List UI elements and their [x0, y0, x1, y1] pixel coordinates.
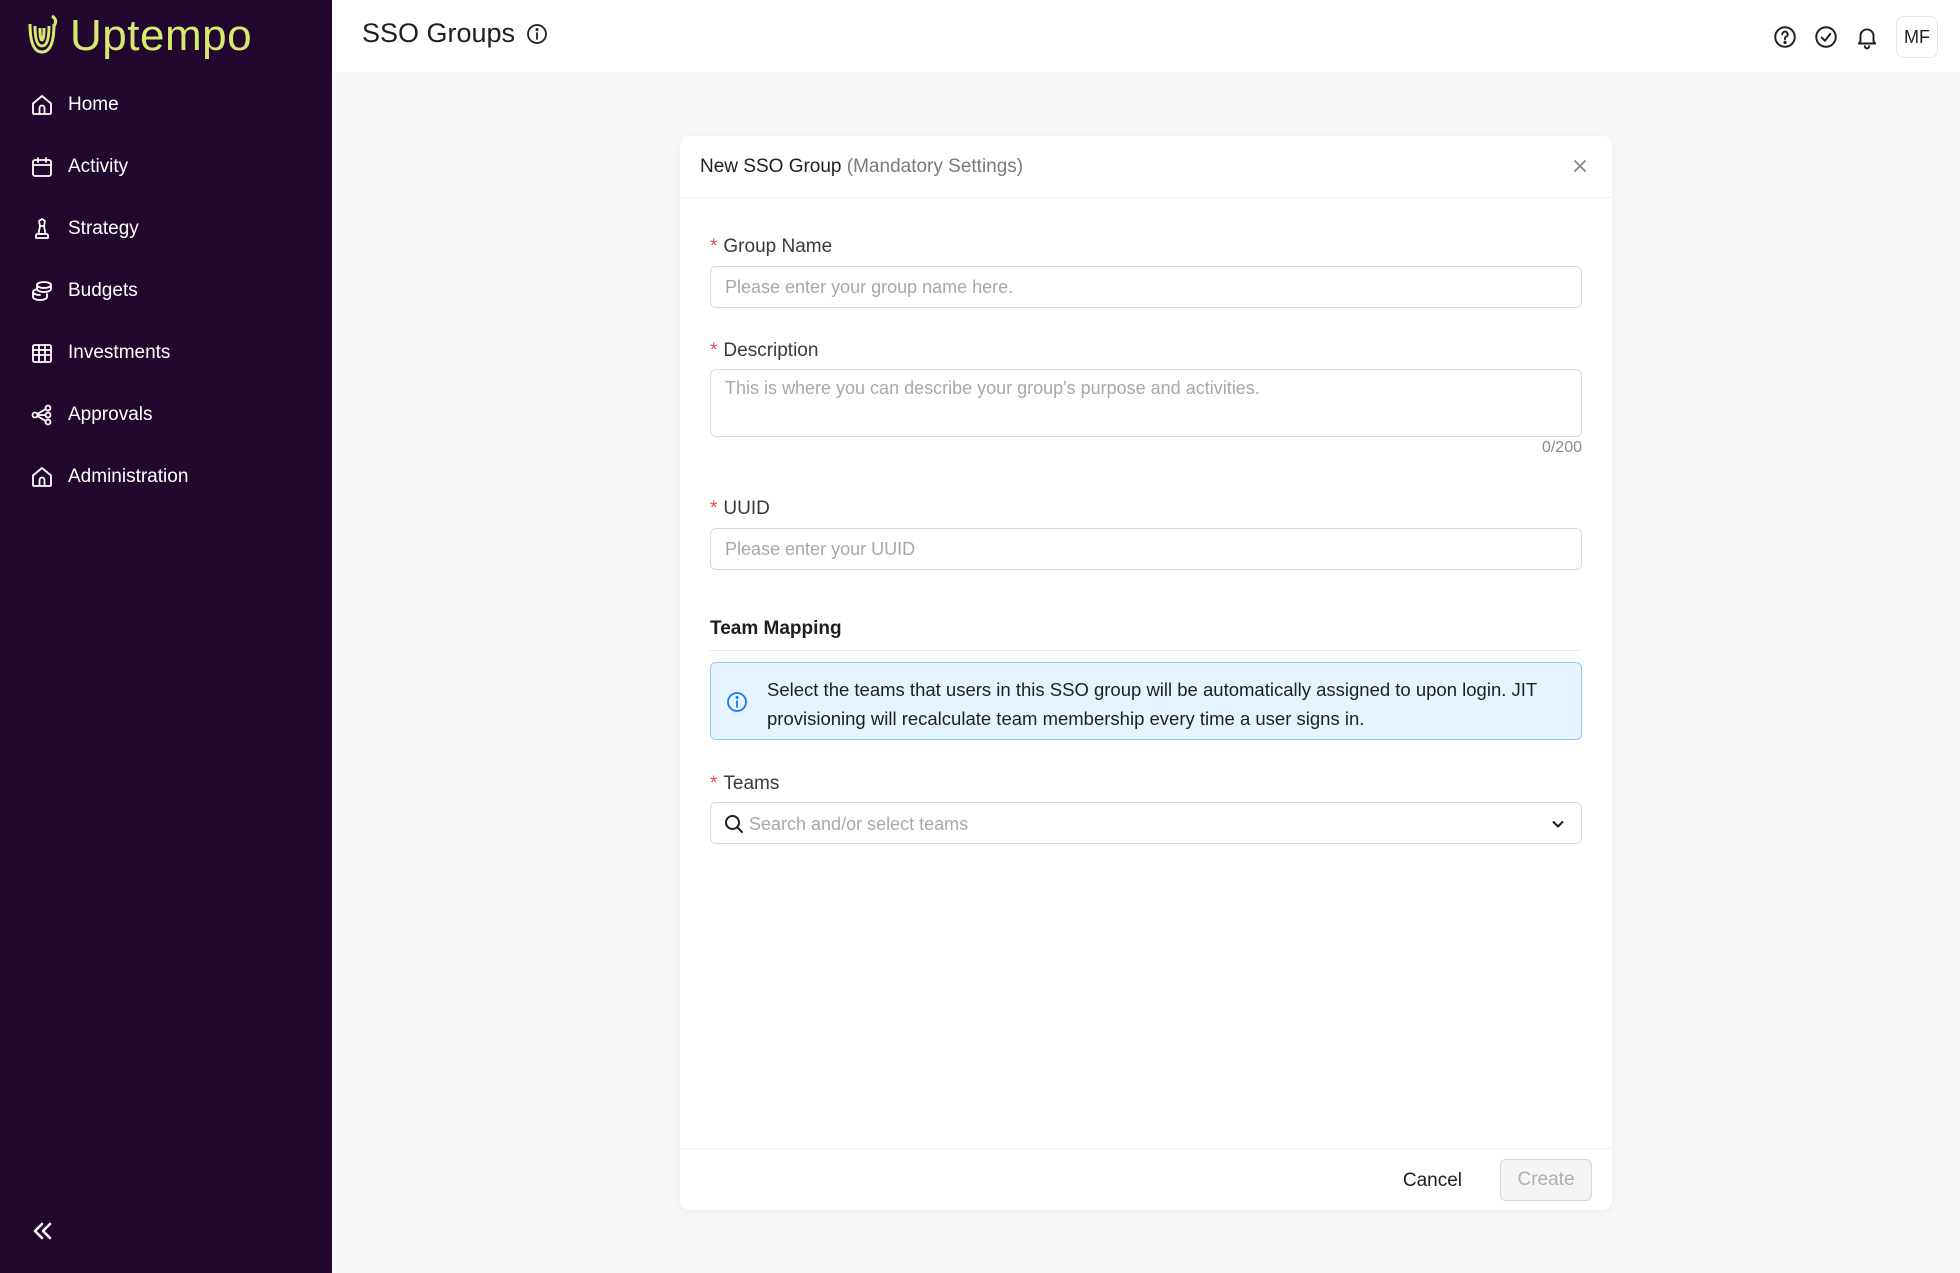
- sidebar-item-budgets[interactable]: Budgets: [0, 260, 332, 322]
- teams-select-placeholder: Search and/or select teams: [749, 814, 969, 834]
- modal-title: New SSO Group (Mandatory Settings): [700, 156, 1023, 178]
- collapse-sidebar-button[interactable]: [28, 1217, 56, 1245]
- coins-icon: [30, 279, 54, 303]
- double-chevron-left-icon: [33, 1222, 52, 1240]
- share-icon: [30, 403, 54, 427]
- search-icon: [723, 813, 745, 835]
- calendar-icon: [30, 155, 54, 179]
- sidebar-nav: Home Activity Strategy Budgets Investmen…: [0, 74, 332, 508]
- uptempo-logo-icon: [28, 14, 58, 54]
- table-icon: [30, 341, 54, 365]
- modal-title-main: New SSO Group: [700, 156, 842, 177]
- sidebar-item-label: Strategy: [68, 218, 139, 239]
- new-sso-group-modal: New SSO Group (Mandatory Settings) * Grou…: [680, 136, 1612, 1210]
- team-mapping-title: Team Mapping: [710, 618, 842, 639]
- close-icon: [1574, 160, 1586, 172]
- required-mark: *: [710, 773, 718, 794]
- sidebar-item-approvals[interactable]: Approvals: [0, 384, 332, 446]
- sidebar-item-label: Investments: [68, 342, 171, 363]
- page-title: SSO Groups: [362, 18, 516, 48]
- avatar[interactable]: MF: [1896, 16, 1938, 58]
- sidebar-item-label: Approvals: [68, 404, 153, 425]
- section-divider: [710, 650, 1582, 651]
- teams-select[interactable]: Search and/or select teams: [710, 802, 1582, 844]
- help-icon[interactable]: [1772, 24, 1798, 50]
- chevron-down-icon: [1549, 815, 1567, 833]
- info-icon[interactable]: [525, 22, 549, 46]
- teams-label-text: Teams: [723, 773, 780, 794]
- group-name-label-text: Group Name: [723, 236, 833, 257]
- bell-icon[interactable]: [1854, 24, 1880, 50]
- teams-label: * Teams: [710, 773, 779, 795]
- group-name-input[interactable]: [710, 266, 1582, 308]
- modal-header: New SSO Group (Mandatory Settings): [680, 136, 1612, 198]
- home-icon: [30, 465, 54, 489]
- description-label: * Description: [710, 340, 818, 362]
- sidebar-item-label: Home: [68, 94, 119, 115]
- required-mark: *: [710, 340, 718, 361]
- sidebar-item-investments[interactable]: Investments: [0, 322, 332, 384]
- sidebar-item-home[interactable]: Home: [0, 74, 332, 136]
- sidebar: Uptempo Home Activity Strategy Budgets I…: [0, 0, 332, 1273]
- sidebar-item-label: Budgets: [68, 280, 138, 301]
- description-label-text: Description: [723, 340, 819, 361]
- sidebar-item-strategy[interactable]: Strategy: [0, 198, 332, 260]
- uuid-label-text: UUID: [723, 498, 770, 519]
- info-icon: [725, 690, 749, 714]
- modal-title-subtitle: (Mandatory Settings): [846, 156, 1024, 177]
- modal-footer: Cancel Create: [680, 1148, 1612, 1210]
- required-mark: *: [710, 498, 718, 519]
- check-circle-icon[interactable]: [1813, 24, 1839, 50]
- logo[interactable]: Uptempo: [24, 12, 252, 60]
- team-mapping-info-alert: Select the teams that users in this SSO …: [710, 662, 1582, 740]
- chess-icon: [30, 217, 54, 241]
- uuid-label: * UUID: [710, 498, 770, 520]
- sidebar-item-administration[interactable]: Administration: [0, 446, 332, 508]
- top-header: SSO Groups MF: [332, 0, 1960, 72]
- logo-text: Uptempo: [70, 11, 253, 60]
- cancel-button[interactable]: Cancel: [1387, 1161, 1478, 1201]
- uuid-input[interactable]: [710, 528, 1582, 570]
- create-button[interactable]: Create: [1500, 1159, 1592, 1201]
- home-icon: [30, 93, 54, 117]
- close-button[interactable]: [1570, 156, 1590, 176]
- header-actions: MF: [1757, 16, 1938, 58]
- sidebar-item-label: Administration: [68, 466, 189, 487]
- description-char-counter: 0/200: [1541, 439, 1582, 456]
- sidebar-item-label: Activity: [68, 156, 129, 177]
- required-mark: *: [710, 236, 718, 257]
- group-name-label: * Group Name: [710, 236, 832, 258]
- team-mapping-info-text: Select the teams that users in this SSO …: [767, 679, 1537, 729]
- description-textarea[interactable]: [710, 369, 1582, 437]
- page-title-wrap: SSO Groups: [362, 18, 549, 49]
- sidebar-item-activity[interactable]: Activity: [0, 136, 332, 198]
